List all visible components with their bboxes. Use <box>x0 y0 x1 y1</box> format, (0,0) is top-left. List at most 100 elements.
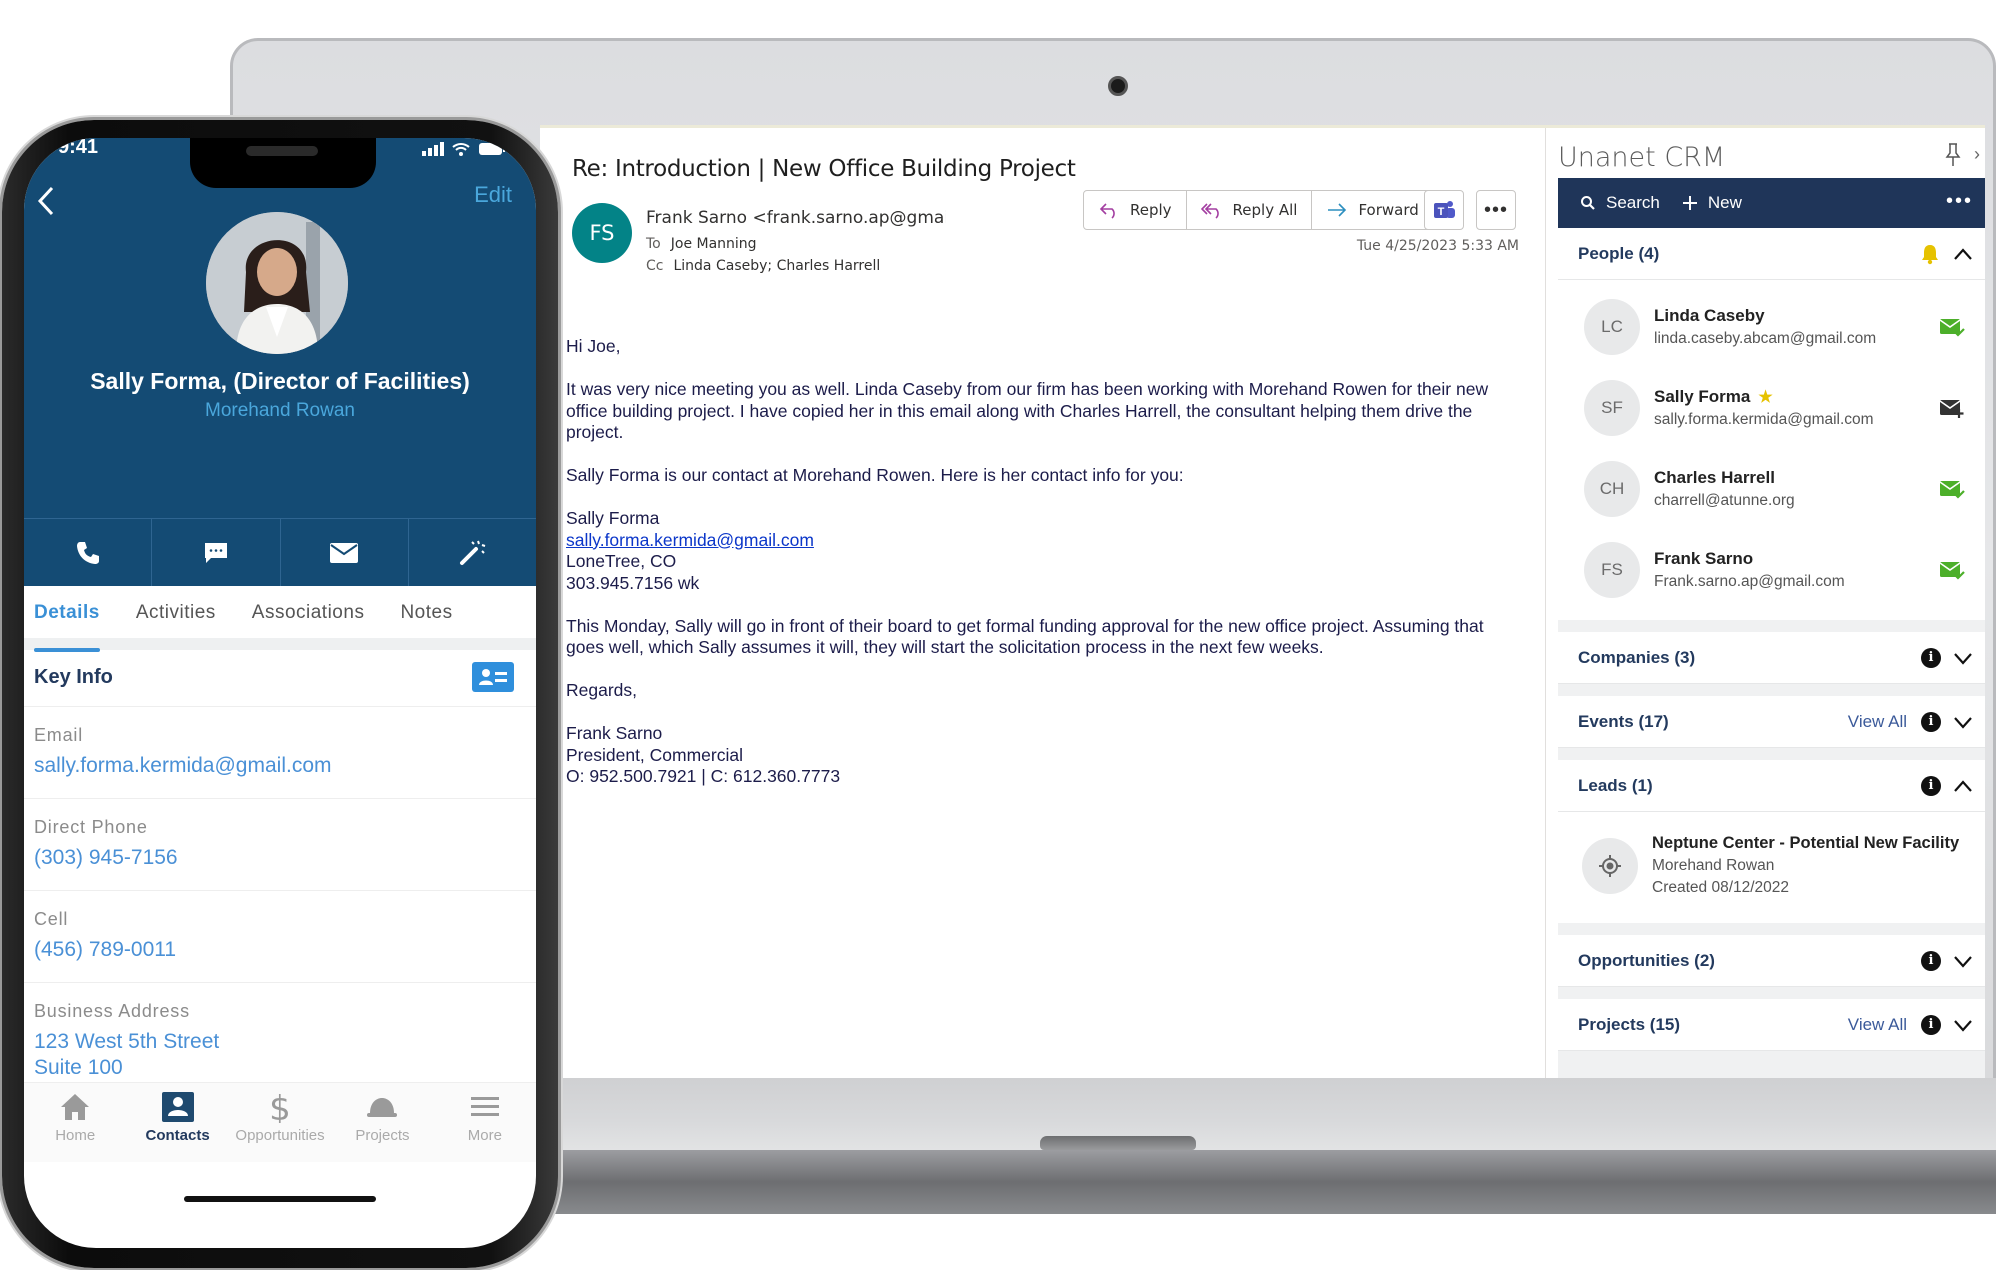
person-row[interactable]: SF Sally Forma ★ sally.forma.kermida@gmail… <box>1558 367 1985 448</box>
crm-title: Unanet CRM <box>1558 142 1726 173</box>
nav-opportunities[interactable]: $ Opportunities <box>229 1083 331 1162</box>
people-section-header[interactable]: People (4) <box>1558 228 1985 280</box>
mail-tracked-icon[interactable] <box>1939 478 1965 500</box>
more-actions-button[interactable]: ••• <box>1476 190 1516 230</box>
leads-title: Leads (1) <box>1578 775 1653 795</box>
field-label: Email <box>34 725 84 745</box>
bell-icon[interactable] <box>1919 243 1941 265</box>
reply-button[interactable]: Reply <box>1084 191 1187 229</box>
cc-line: Cc Linda Caseby; Charles Harrell <box>646 258 880 274</box>
phone-screen: 9:41 Edit Sally Forma, (Director of Faci… <box>24 138 536 1248</box>
person-row[interactable]: LC Linda Caseby linda.caseby.abcam@gmail.… <box>1558 286 1985 367</box>
call-button[interactable] <box>24 519 153 586</box>
person-email: sally.forma.kermida@gmail.com <box>1654 410 1874 428</box>
person-avatar: LC <box>1584 298 1640 355</box>
email-greeting: Hi Joe, <box>566 336 621 356</box>
mail-tracked-icon[interactable] <box>1939 316 1965 338</box>
phone-device: 9:41 Edit Sally Forma, (Director of Faci… <box>2 120 558 1268</box>
cc-recipients[interactable]: Linda Caseby; Charles Harrell <box>673 258 880 274</box>
contact-phone: 303.945.7156 wk <box>566 572 700 593</box>
chevron-up-icon[interactable] <box>1953 247 1973 261</box>
collapse-pane-icon[interactable]: › <box>1974 144 1980 165</box>
tab-activities[interactable]: Activities <box>126 586 216 638</box>
person-name: Linda Caseby <box>1654 305 1765 325</box>
chevron-down-icon[interactable] <box>1953 715 1973 729</box>
svg-text:T: T <box>1438 206 1445 218</box>
contact-name: Sally Forma <box>566 508 660 528</box>
info-icon[interactable]: i <box>1921 711 1941 732</box>
nav-projects[interactable]: Projects <box>331 1083 433 1162</box>
to-recipients[interactable]: Joe Manning <box>671 236 757 252</box>
field-value[interactable]: 123 West 5th Street <box>34 1030 536 1054</box>
person-name: Charles Harrell <box>1654 467 1775 487</box>
teams-icon: T <box>1434 201 1455 218</box>
phone-notch <box>190 138 376 188</box>
nav-more[interactable]: More <box>434 1083 536 1162</box>
search-icon <box>1581 196 1595 210</box>
nav-label: Home <box>55 1127 96 1144</box>
info-icon[interactable]: i <box>1921 775 1941 796</box>
forward-button[interactable]: Forward <box>1312 191 1432 229</box>
contact-company[interactable]: Morehand Rowan <box>24 400 536 422</box>
chevron-down-icon[interactable] <box>1953 1018 1973 1032</box>
svg-text:$: $ <box>269 1091 291 1123</box>
people-section: People (4) LC Linda Caseby linda.caseby.a… <box>1558 228 1985 620</box>
person-email: Frank.sarno.ap@gmail.com <box>1654 572 1845 590</box>
field-label: Direct Phone <box>34 817 148 837</box>
leads-section-header[interactable]: Leads (1) i <box>1558 760 1985 812</box>
forward-label: Forward <box>1358 201 1419 219</box>
nav-contacts[interactable]: Contacts <box>126 1083 228 1162</box>
reply-actions: Reply Reply All Forward <box>1083 190 1434 230</box>
crm-new-button[interactable]: New <box>1682 193 1742 213</box>
teams-button[interactable]: T <box>1424 190 1464 230</box>
chevron-up-icon[interactable] <box>1953 779 1973 793</box>
person-name: Frank Sarno <box>1654 548 1754 568</box>
field-value[interactable]: (456) 789-0011 <box>34 938 536 962</box>
field-value[interactable]: sally.forma.kermida@gmail.com <box>34 754 536 778</box>
chevron-down-icon[interactable] <box>1953 954 1973 968</box>
email-button[interactable] <box>281 519 409 586</box>
chevron-down-icon[interactable] <box>1953 651 1973 665</box>
pin-icon[interactable] <box>1944 142 1962 168</box>
edit-button[interactable]: Edit <box>474 182 512 208</box>
field-direct-phone: Direct Phone (303) 945-7156 <box>24 798 536 890</box>
key-info-heading: Key Info <box>34 666 113 688</box>
mail-tracked-icon[interactable] <box>1939 559 1965 581</box>
events-title: Events (17) <box>1578 711 1669 731</box>
new-label: New <box>1707 193 1742 212</box>
laptop-base <box>540 1150 1996 1214</box>
tab-notes[interactable]: Notes <box>390 586 452 638</box>
tab-details[interactable]: Details <box>24 586 100 652</box>
person-row[interactable]: CH Charles Harrell charrell@atunne.org <box>1558 448 1985 529</box>
crm-search-button[interactable]: Search <box>1580 193 1660 213</box>
nav-home[interactable]: Home <box>24 1083 126 1162</box>
companies-section-header[interactable]: Companies (3) i <box>1558 632 1985 684</box>
message-button[interactable] <box>152 519 281 586</box>
opportunities-section-header[interactable]: Opportunities (2) i <box>1558 935 1985 987</box>
reply-all-button[interactable]: Reply All <box>1187 191 1313 229</box>
person-row[interactable]: FS Frank Sarno Frank.sarno.ap@gmail.com <box>1558 529 1985 610</box>
reply-label: Reply <box>1130 201 1172 219</box>
home-indicator[interactable] <box>184 1196 376 1202</box>
info-icon[interactable]: i <box>1921 950 1941 971</box>
events-view-all-link[interactable]: View All <box>1848 712 1907 732</box>
lead-row[interactable]: Neptune Center - Potential New Facility … <box>1558 812 1985 923</box>
mail-add-icon[interactable] <box>1939 397 1965 419</box>
projects-section-header[interactable]: Projects (15) View All i <box>1558 999 1985 1051</box>
people-list: LC Linda Caseby linda.caseby.abcam@gmail.… <box>1558 286 1985 620</box>
info-icon[interactable]: i <box>1921 1014 1941 1035</box>
back-chevron-icon[interactable] <box>34 184 58 218</box>
info-icon[interactable]: i <box>1921 647 1941 668</box>
contact-email-link[interactable]: sally.forma.kermida@gmail.com <box>566 530 814 550</box>
field-value[interactable]: (303) 945-7156 <box>34 846 536 870</box>
person-email: linda.caseby.abcam@gmail.com <box>1654 329 1877 347</box>
projects-view-all-link[interactable]: View All <box>1848 1015 1907 1035</box>
contact-card-icon[interactable] <box>472 662 514 692</box>
sender-name[interactable]: Frank Sarno <frank.sarno.ap@gmail.com> <box>646 208 946 228</box>
opportunities-title: Opportunities (2) <box>1578 950 1715 970</box>
crm-more-button[interactable]: ••• <box>1946 190 1973 213</box>
magic-button[interactable] <box>409 519 536 586</box>
events-section-header[interactable]: Events (17) View All i <box>1558 696 1985 748</box>
field-value-line2[interactable]: Suite 100 <box>34 1056 536 1080</box>
tab-associations[interactable]: Associations <box>242 586 365 638</box>
